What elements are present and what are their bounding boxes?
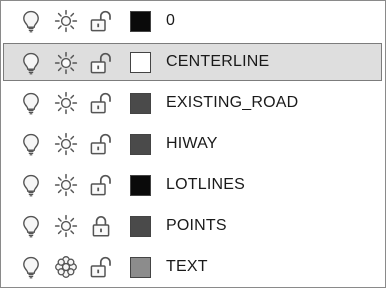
layer-color-swatch[interactable] (130, 175, 151, 196)
closed-padlock-icon[interactable] (89, 214, 113, 238)
sun-icon[interactable] (54, 132, 78, 156)
layer-row[interactable]: EXISTING_ROAD (3, 84, 382, 122)
lightbulb-icon[interactable] (19, 9, 43, 33)
sun-icon[interactable] (54, 214, 78, 238)
open-padlock-icon[interactable] (89, 51, 113, 75)
lightbulb-icon[interactable] (19, 51, 43, 75)
layer-row[interactable]: 0 (3, 2, 382, 40)
open-padlock-icon[interactable] (89, 9, 113, 33)
layer-color-swatch[interactable] (130, 257, 151, 278)
layer-name: EXISTING_ROAD (166, 94, 299, 111)
layer-color-swatch[interactable] (130, 52, 151, 73)
layer-name: 0 (166, 12, 176, 29)
snowflake-icon[interactable] (54, 255, 78, 279)
lightbulb-icon[interactable] (19, 173, 43, 197)
sun-icon[interactable] (54, 91, 78, 115)
sun-icon[interactable] (54, 173, 78, 197)
layer-color-swatch[interactable] (130, 134, 151, 155)
layer-row[interactable]: LOTLINES (3, 166, 382, 204)
open-padlock-icon[interactable] (89, 173, 113, 197)
sun-icon[interactable] (54, 9, 78, 33)
layer-name: HIWAY (166, 135, 218, 152)
lightbulb-icon[interactable] (19, 91, 43, 115)
sun-icon[interactable] (54, 51, 78, 75)
layer-row[interactable]: POINTS (3, 207, 382, 245)
open-padlock-icon[interactable] (89, 91, 113, 115)
layer-list-panel: 0 CENTERLINE EXISTING_ROAD HIWAY LOTLINES POI… (0, 0, 386, 288)
layer-name: LOTLINES (166, 176, 245, 193)
layer-color-swatch[interactable] (130, 216, 151, 237)
layer-row[interactable]: CENTERLINE (3, 43, 382, 81)
open-padlock-icon[interactable] (89, 255, 113, 279)
layer-row[interactable]: TEXT (3, 248, 382, 286)
lightbulb-icon[interactable] (19, 132, 43, 156)
layer-name: CENTERLINE (166, 53, 270, 70)
layer-row[interactable]: HIWAY (3, 125, 382, 163)
layer-color-swatch[interactable] (130, 11, 151, 32)
lightbulb-icon[interactable] (19, 255, 43, 279)
open-padlock-icon[interactable] (89, 132, 113, 156)
lightbulb-icon[interactable] (19, 214, 43, 238)
layer-name: POINTS (166, 217, 227, 234)
layer-name: TEXT (166, 258, 208, 275)
layer-color-swatch[interactable] (130, 93, 151, 114)
